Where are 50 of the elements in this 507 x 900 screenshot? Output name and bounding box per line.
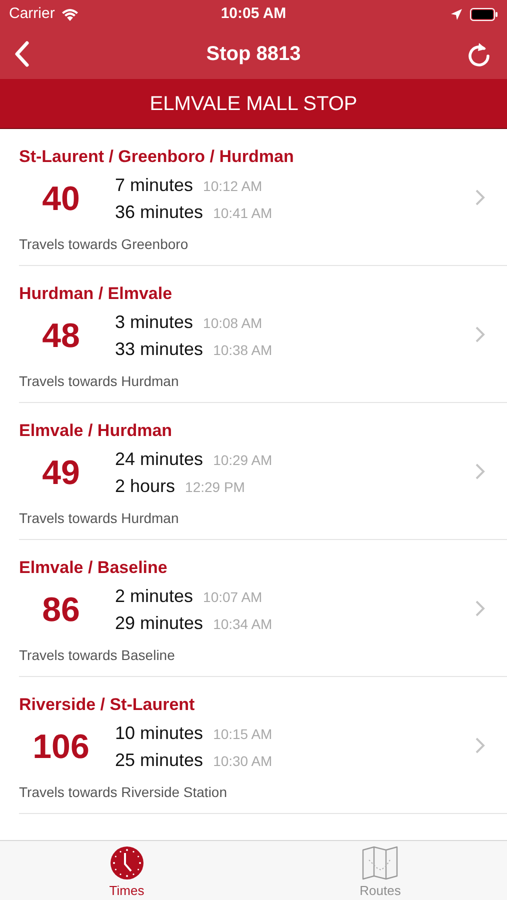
arrival-time: 12:29 PM xyxy=(185,478,245,497)
location-arrow-icon xyxy=(451,8,462,20)
route-name: Elmvale / Baseline xyxy=(19,558,168,578)
route-number: 49 xyxy=(41,452,81,494)
chevron-icon xyxy=(475,737,485,754)
battery-icon xyxy=(470,8,498,20)
direction-text: Travels towards Greenboro xyxy=(19,235,188,254)
tab-button[interactable]: Times xyxy=(0,841,254,900)
route-name: St-Laurent / Greenboro / Hurdman xyxy=(19,147,294,167)
screen-title: Stop 8813 xyxy=(206,42,301,66)
route-number: 106 xyxy=(32,726,90,768)
arrival-time: 10:08 AM xyxy=(203,314,262,333)
wait-time: 7 minutes xyxy=(115,174,194,197)
route-name: Hurdman / Elmvale xyxy=(19,284,172,304)
carrier-label: Carrier xyxy=(9,4,55,24)
wait-time: 29 minutes xyxy=(115,612,204,635)
stop-name-header: ELMVALE MALL STOP xyxy=(150,92,358,116)
direction-text: Travels towards Hurdman xyxy=(19,509,179,528)
map-icon xyxy=(362,846,398,880)
wifi-icon xyxy=(60,8,79,20)
chevron-icon xyxy=(475,326,485,343)
arrival-time: 10:12 AM xyxy=(203,177,262,196)
wait-time: 10 minutes xyxy=(115,722,204,745)
wait-time: 25 minutes xyxy=(115,749,204,772)
chevron-icon xyxy=(475,600,485,617)
wait-time: 24 minutes xyxy=(115,448,204,471)
route-number: 48 xyxy=(41,316,81,356)
arrival-time: 10:29 AM xyxy=(213,451,272,470)
arrival-time: 10:07 AM xyxy=(203,588,262,607)
wait-time: 3 minutes xyxy=(115,311,194,334)
route-name: Elmvale / Hurdman xyxy=(19,421,172,441)
status-time: 10:05 AM xyxy=(220,4,286,24)
wait-time: 33 minutes xyxy=(115,338,204,361)
wait-time: 36 minutes xyxy=(115,201,204,224)
arrival-time: 10:30 AM xyxy=(213,752,272,771)
direction-text: Travels towards Riverside Station xyxy=(19,783,228,802)
arrival-time: 10:38 AM xyxy=(213,341,272,360)
arrival-time: 10:34 AM xyxy=(213,615,272,634)
route-number: 86 xyxy=(41,590,81,630)
chevron-icon xyxy=(475,463,485,480)
arrival-time: 10:41 AM xyxy=(213,204,272,223)
wait-time: 2 minutes xyxy=(115,585,194,608)
direction-text: Travels towards Baseline xyxy=(19,646,175,665)
arrival-time: 10:15 AM xyxy=(213,725,272,744)
chevron-icon xyxy=(475,189,485,206)
route-name: Riverside / St-Laurent xyxy=(19,695,195,715)
wait-time: 2 hours xyxy=(115,475,176,498)
route-number: 40 xyxy=(41,178,81,220)
direction-text: Travels towards Hurdman xyxy=(19,372,179,391)
clock-icon xyxy=(110,846,144,880)
